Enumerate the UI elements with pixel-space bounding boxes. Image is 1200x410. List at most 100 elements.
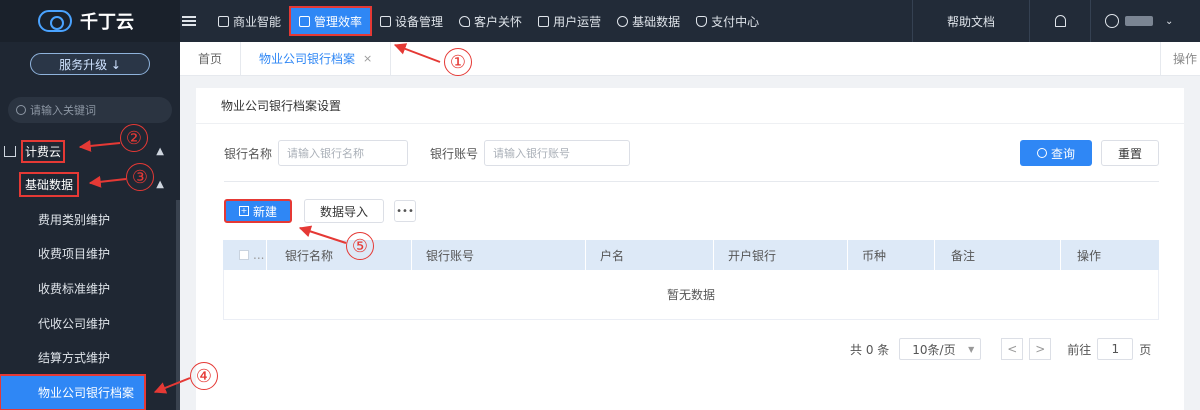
page-suffix: 页 [1139, 342, 1152, 357]
brand-logo[interactable]: 千丁云 [0, 0, 180, 42]
cloud-logo-icon [38, 10, 72, 32]
sidebar-item-charge-item[interactable]: 收费项目维护 [0, 236, 180, 270]
column-header: 银行名称 [267, 240, 412, 270]
goto-label: 前往 [1067, 342, 1092, 357]
nav-business-intelligence[interactable]: 商业智能 [210, 0, 289, 42]
sidebar-item-charge-standard[interactable]: 收费标准维护 [0, 271, 180, 305]
sidebar-group-billing-label: 计费云 [20, 139, 66, 163]
next-page-button[interactable]: > [1029, 338, 1052, 360]
more-button[interactable]: ••• [394, 200, 416, 222]
column-header: 备注 [935, 240, 1061, 270]
tab-home[interactable]: 首页 [180, 41, 242, 76]
filter-bar: 银行名称 银行账号 [224, 140, 652, 166]
nav-payment-center[interactable]: 支付中心 [688, 0, 767, 42]
reset-button[interactable]: 重置 [1101, 140, 1159, 166]
user-menu[interactable]: ⌄ [1090, 0, 1200, 42]
column-header: 银行账号 [412, 240, 586, 270]
close-icon[interactable]: × [363, 52, 372, 65]
brand-name: 千丁云 [80, 12, 134, 33]
sidebar-search[interactable]: 请输入关键词 [8, 97, 172, 123]
sidebar-group-basic-data-label: 基础数据 [18, 171, 80, 197]
sidebar-item-label: 费用类别维护 [38, 212, 111, 227]
callout-5: ⑤ [346, 232, 374, 260]
chevron-down-icon: ▼ [968, 344, 975, 354]
new-button[interactable]: + 新建 [224, 199, 292, 223]
sidebar-item-label: 结算方式维护 [38, 350, 111, 365]
column-header: 户名 [586, 240, 714, 270]
nav-management-efficiency[interactable]: 管理效率 [289, 6, 373, 36]
chevron-up-icon: ▲ [156, 145, 164, 157]
nav-label: 用户运营 [553, 14, 602, 29]
nav-label: 客户关怀 [474, 14, 523, 29]
callout-4: ④ [190, 362, 218, 390]
sidebar-item-label: 代收公司维护 [38, 316, 111, 331]
bank-name-input[interactable] [278, 140, 409, 166]
bank-account-input[interactable] [484, 140, 631, 166]
nav-basic-data[interactable]: 基础数据 [609, 0, 688, 42]
nav-right: 帮助文档 ⌄ [911, 0, 1200, 42]
new-label: 新建 [252, 204, 277, 219]
bell-icon [1054, 15, 1066, 27]
wrench-icon [617, 15, 629, 27]
tab-label: 物业公司银行档案 [259, 52, 356, 66]
bank-account-label: 银行账号 [430, 146, 479, 161]
pagination: 共 0 条 10条/页 ▼ < > 前往 1 页 [850, 338, 1151, 360]
nav-label: 支付中心 [711, 14, 760, 29]
page-size-select[interactable]: 10条/页 ▼ [899, 338, 982, 360]
top-navigation: 商业智能 管理效率 设备管理 客户关怀 用户运营 基础数据 支付中心 帮助文档 … [180, 0, 1200, 42]
sidebar-scrollbar[interactable] [176, 200, 180, 410]
nav-customer-care[interactable]: 客户关怀 [451, 0, 530, 42]
add-icon: + [238, 206, 249, 216]
nav-label: 商业智能 [233, 14, 282, 29]
tab-bank-archive[interactable]: 物业公司银行档案 × [241, 41, 392, 76]
menu-toggle-icon[interactable] [182, 14, 196, 28]
chevron-up-icon: ▲ [156, 178, 164, 190]
sidebar-group-billing[interactable]: 计费云 ▲ [0, 137, 180, 165]
user-ops-icon [538, 15, 550, 27]
action-bar: + 新建 数据导入 ••• [224, 199, 416, 223]
chevron-down-icon: ⌄ [1165, 15, 1174, 27]
device-icon [380, 15, 392, 27]
page-title: 物业公司银行档案设置 [196, 88, 1184, 124]
nav-device-management[interactable]: 设备管理 [372, 0, 451, 42]
sidebar-item-settlement-method[interactable]: 结算方式维护 [0, 340, 180, 374]
query-button[interactable]: 查询 [1020, 140, 1092, 166]
empty-state: 暂无数据 [223, 270, 1159, 320]
prev-page-button[interactable]: < [1001, 338, 1024, 360]
search-icon [1036, 148, 1047, 158]
heart-icon [459, 15, 471, 27]
main-panel: 物业公司银行档案设置 银行名称 银行账号 查询 重置 + 新建 数据导入 •••… [196, 88, 1184, 410]
sidebar-item-bank-archive[interactable]: 物业公司银行档案 [0, 374, 146, 410]
column-header: 开户银行 [714, 240, 848, 270]
sidebar-item-fee-category[interactable]: 费用类别维护 [0, 202, 180, 236]
trend-icon [299, 15, 311, 27]
page-size-value: 10条/页 [912, 342, 956, 357]
upgrade-button[interactable]: 服务升级 ↓ [30, 53, 150, 75]
sidebar-item-label: 收费标准维护 [38, 281, 111, 296]
callout-2: ② [120, 124, 148, 152]
query-label: 查询 [1050, 146, 1075, 161]
column-header: 币种 [848, 240, 935, 270]
sidebar-item-collection-company[interactable]: 代收公司维护 [0, 306, 180, 340]
bank-name-label: 银行名称 [224, 146, 273, 161]
sidebar-item-label: 物业公司银行档案 [38, 386, 135, 400]
total-count: 共 0 条 [850, 342, 890, 357]
help-docs-link[interactable]: 帮助文档 [911, 0, 1030, 42]
avatar-icon [1105, 14, 1119, 28]
chart-icon [218, 15, 229, 27]
tab-operations[interactable]: 操作 [1160, 41, 1200, 76]
nav-label: 基础数据 [632, 14, 681, 29]
page-number-input[interactable]: 1 [1097, 338, 1134, 360]
shield-icon [696, 15, 708, 27]
nav-label: 管理效率 [314, 14, 363, 29]
notification-button[interactable] [1030, 15, 1090, 27]
callout-3: ③ [126, 163, 154, 191]
nav-user-operations[interactable]: 用户运营 [530, 0, 609, 42]
column-header: ... [253, 248, 265, 262]
sidebar-item-label: 收费项目维护 [38, 246, 111, 261]
column-header: 操作 [1077, 248, 1102, 263]
select-all-cell[interactable]: ... [223, 240, 267, 270]
checkbox[interactable] [239, 250, 249, 260]
search-icon [16, 105, 26, 115]
import-button[interactable]: 数据导入 [304, 199, 384, 223]
